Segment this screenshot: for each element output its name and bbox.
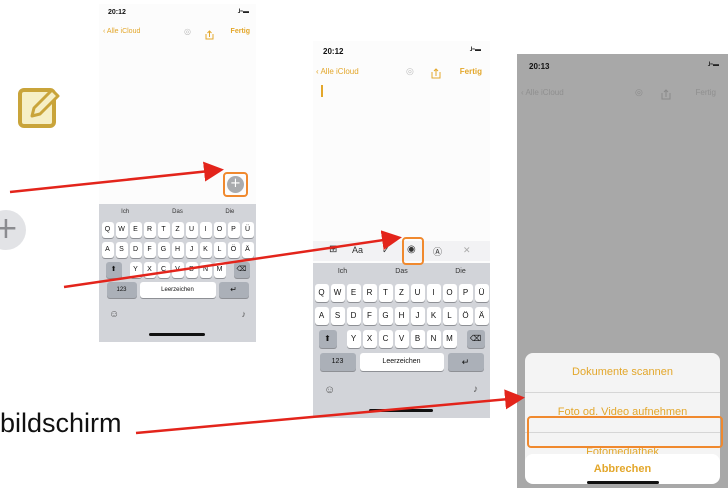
arrow-to-photo-library [135, 389, 525, 435]
arrow-to-add-button [9, 161, 224, 194]
annotation-arrows [9, 161, 525, 435]
arrow-to-camera-icon [63, 230, 402, 289]
